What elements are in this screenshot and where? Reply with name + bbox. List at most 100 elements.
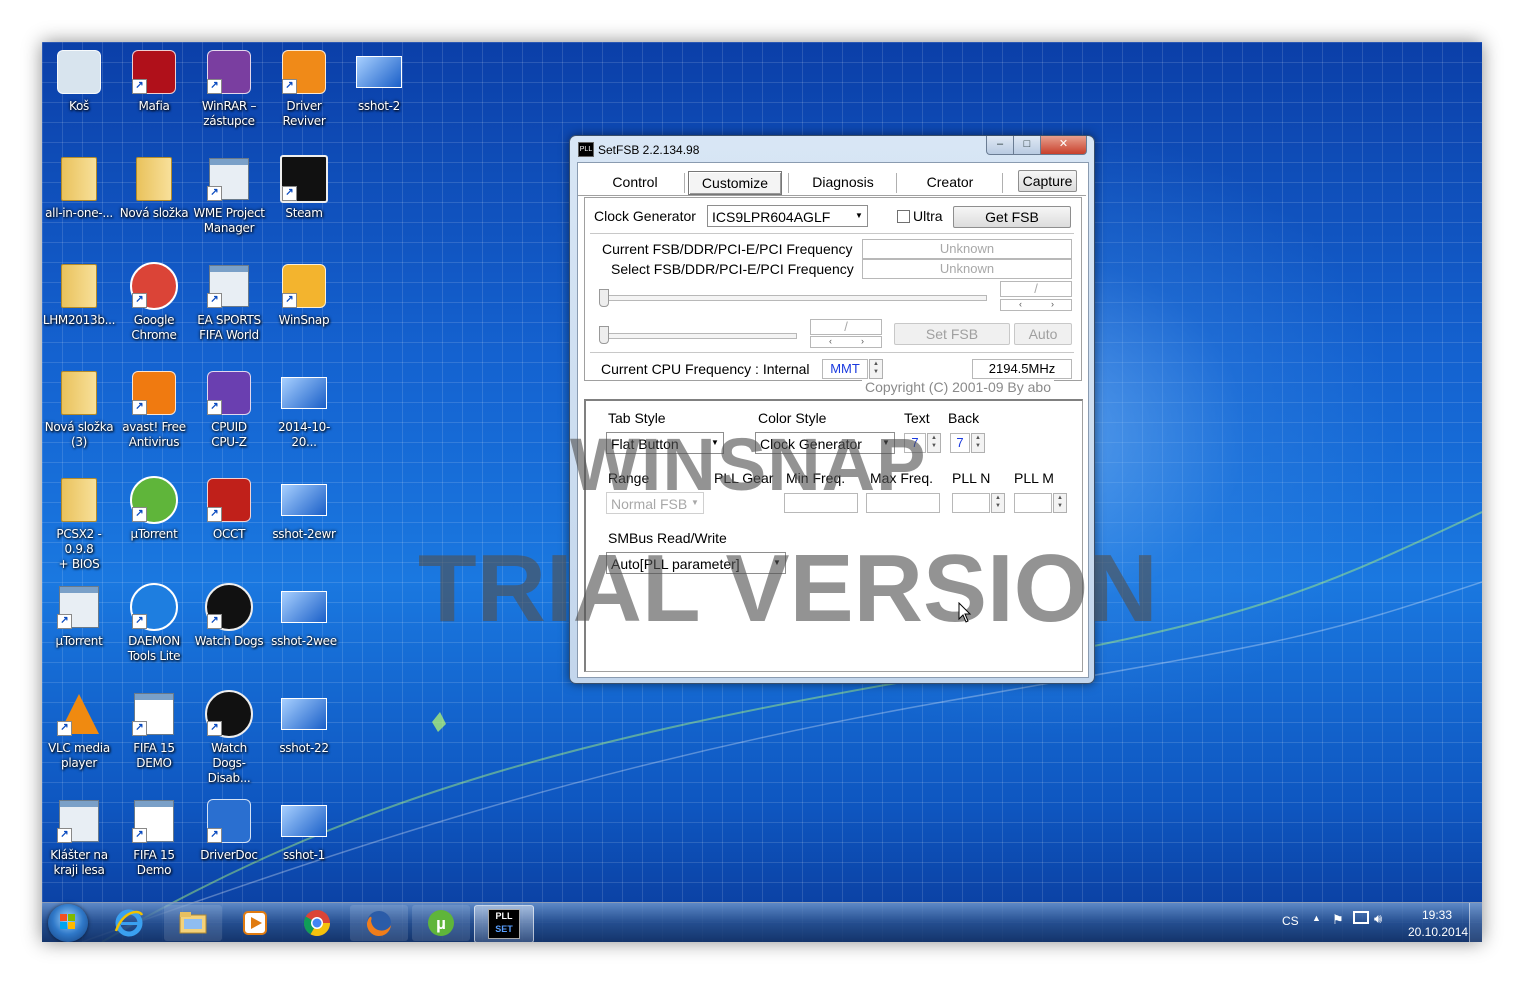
desktop-icon[interactable]: sshot-22	[267, 690, 341, 756]
show-hidden-icons-button[interactable]: ▲	[1312, 913, 1321, 923]
folder-icon	[55, 369, 103, 417]
close-button[interactable]: ✕	[1040, 136, 1087, 155]
title-bar[interactable]: PLL SetFSB 2.2.134.98 – □ ✕	[570, 136, 1094, 162]
shortcut-arrow-icon: ↗	[132, 507, 147, 522]
action-center-flag-icon[interactable]: ⚑	[1332, 912, 1344, 928]
shortcut-arrow-icon: ↗	[207, 79, 222, 94]
network-icon[interactable]	[1353, 911, 1369, 924]
desktop-icon[interactable]: ↗ Klášter na kraji lesa	[42, 797, 116, 878]
taskbar-chrome[interactable]	[288, 905, 346, 941]
desktop-icon[interactable]: ↗ OCCT	[192, 476, 266, 542]
desktop-icon[interactable]: ↗ EA SPORTS FIFA World	[192, 262, 266, 343]
shortcut-arrow-icon: ↗	[207, 721, 222, 736]
get-fsb-button[interactable]: Get FSB	[953, 206, 1071, 228]
desktop-icon[interactable]: ↗ FIFA 15 DEMO	[117, 690, 191, 771]
desktop-icon[interactable]: LHM2013b...	[42, 262, 116, 328]
capture-button[interactable]: Capture	[1018, 170, 1077, 192]
spin-left-icon[interactable]: ‹	[1019, 300, 1022, 309]
desktop-icon[interactable]: ↗ WinSnap	[267, 262, 341, 328]
volume-icon[interactable]: 🔊︎	[1374, 911, 1382, 927]
desktop-icon[interactable]: ↗ Driver Reviver	[267, 48, 341, 129]
pll-m-field[interactable]	[1014, 493, 1052, 513]
cpu-mode-spinner[interactable]: ▲ ▼	[869, 359, 883, 379]
desktop-icon[interactable]: sshot-1	[267, 797, 341, 863]
desktop-icon[interactable]: Koš	[42, 48, 116, 114]
desktop-icon[interactable]: ↗ DAEMON Tools Lite	[117, 583, 191, 664]
ultra-label: Ultra	[913, 208, 943, 224]
taskbar-utorrent[interactable]: µ	[412, 905, 470, 941]
desktop-icon[interactable]: sshot-2wee	[267, 583, 341, 649]
desktop-icon[interactable]: ↗ VLC media player	[42, 690, 116, 771]
media-player-icon	[243, 911, 267, 935]
spin-right-icon[interactable]: ›	[1051, 300, 1054, 309]
svg-text:µ: µ	[436, 914, 446, 933]
desktop-icon-label: DAEMON Tools Lite	[127, 634, 181, 663]
desktop-icon[interactable]: Nová složka (3)	[42, 369, 116, 450]
desktop-icon[interactable]: 2014-10-20...	[267, 369, 341, 450]
pll-m-spinner[interactable]: ▲ ▼	[1053, 493, 1067, 513]
desktop-icon[interactable]: ↗ Steam	[267, 155, 341, 221]
windows-logo-icon	[60, 914, 75, 929]
tab-control[interactable]: Control	[590, 171, 680, 193]
ultra-checkbox[interactable]	[897, 210, 910, 223]
desktop-icon[interactable]: ↗ µTorrent	[117, 476, 191, 542]
language-indicator[interactable]: CS	[1282, 914, 1299, 928]
minimize-button[interactable]: –	[986, 136, 1014, 155]
desktop-icon[interactable]: ↗ FIFA 15 Demo	[117, 797, 191, 878]
clock-date[interactable]: 20.10.2014	[1408, 925, 1468, 939]
shortcut-arrow-icon: ↗	[207, 507, 222, 522]
start-button[interactable]	[48, 904, 88, 942]
clock-time[interactable]: 19:33	[1422, 908, 1452, 922]
show-desktop-button[interactable]	[1469, 903, 1482, 942]
desktop-icon[interactable]: all-in-one-...	[42, 155, 116, 221]
desktop-icon[interactable]: ↗ µTorrent	[42, 583, 116, 649]
recycle-bin-icon	[55, 48, 103, 96]
tab-diagnosis[interactable]: Diagnosis	[793, 171, 893, 193]
desktop-icon[interactable]: ↗ Watch Dogs	[192, 583, 266, 649]
fsb-slider-thumb[interactable]	[599, 289, 609, 307]
tab-customize[interactable]: Customize	[688, 171, 782, 195]
pll-n-field[interactable]	[952, 493, 990, 513]
winrar-icon: ↗	[205, 48, 253, 96]
desktop-icon[interactable]: ↗ WME Project Manager	[192, 155, 266, 236]
taskbar-media-player[interactable]	[226, 905, 284, 941]
tab-creator[interactable]: Creator	[900, 171, 1000, 193]
text-color-spinner[interactable]: ▲ ▼	[927, 433, 941, 453]
desktop-icon[interactable]: ↗ avast! Free Antivirus	[117, 369, 191, 450]
desktop-icon[interactable]: ↗ CPUID CPU-Z	[192, 369, 266, 450]
auto-button[interactable]: Auto	[1014, 323, 1072, 345]
desktop-icon[interactable]: PCSX2 - 0.9.8 + BIOS	[42, 476, 116, 572]
clock-generator-select[interactable]: ICS9LPR604AGLF ▼	[707, 205, 868, 227]
desktop-icon-label: WinSnap	[278, 313, 330, 327]
ddr-slider[interactable]	[600, 333, 797, 339]
desktop-icon[interactable]: Nová složka	[117, 155, 191, 221]
taskbar-setfsb[interactable]: PLL SET	[474, 905, 534, 942]
desktop-icon[interactable]: sshot-2	[342, 48, 416, 114]
spin-left-icon[interactable]: ‹	[829, 337, 832, 346]
ddr-slider-thumb[interactable]	[599, 326, 609, 344]
set-fsb-button[interactable]: Set FSB	[894, 323, 1010, 345]
maximize-button[interactable]: □	[1013, 136, 1041, 155]
desktop-icon[interactable]: ↗ Mafia	[117, 48, 191, 114]
fsb-spin-buttons[interactable]: ‹ ›	[1000, 299, 1072, 311]
cpu-mode-field[interactable]: MMT	[822, 359, 868, 379]
desktop-icon[interactable]: ↗ DriverDoc	[192, 797, 266, 863]
desktop-icon[interactable]: sshot-2ewr	[267, 476, 341, 542]
desktop-icon[interactable]: ↗ Watch Dogs-Disab...	[192, 690, 266, 786]
desktop-icon[interactable]: ↗ WinRAR – zástupce	[192, 48, 266, 129]
pll-n-spinner[interactable]: ▲ ▼	[991, 493, 1005, 513]
fsb-slider[interactable]	[600, 295, 987, 301]
desktop-icon[interactable]: ↗ Google Chrome	[117, 262, 191, 343]
image-file-icon	[280, 369, 328, 417]
watch-dogs-icon: ↗	[205, 690, 253, 738]
image-file-icon	[280, 476, 328, 524]
taskbar-ie[interactable]	[100, 905, 158, 941]
spin-right-icon[interactable]: ›	[861, 337, 864, 346]
shortcut-arrow-icon: ↗	[282, 186, 297, 201]
taskbar-firefox[interactable]	[350, 905, 408, 941]
back-color-spinner[interactable]: ▲ ▼	[971, 433, 985, 453]
divider	[590, 352, 1074, 353]
taskbar-explorer[interactable]	[164, 905, 222, 941]
ddr-spin-buttons[interactable]: ‹ ›	[810, 336, 882, 348]
back-color-field[interactable]: 7	[950, 433, 970, 453]
